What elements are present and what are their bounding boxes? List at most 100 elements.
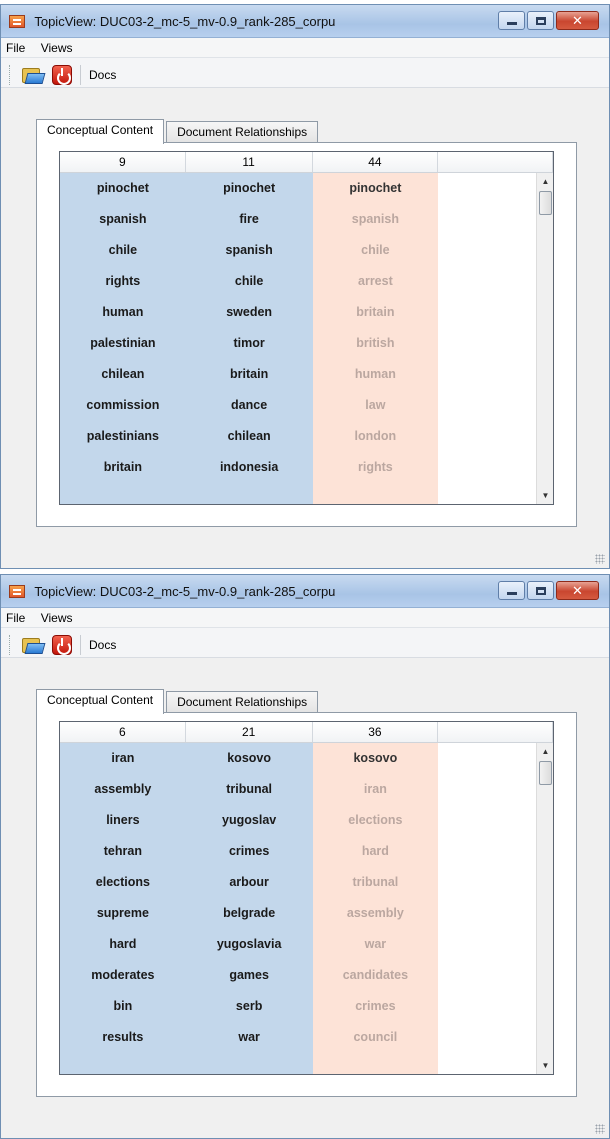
term-cell[interactable]: serb — [186, 991, 313, 1022]
term-cell[interactable]: arbour — [186, 867, 313, 898]
term-cell[interactable]: palestinian — [60, 328, 186, 359]
term-cell[interactable]: arrest — [313, 266, 439, 297]
term-cell[interactable]: spanish — [186, 235, 313, 266]
term-cell[interactable]: iran — [60, 743, 186, 774]
docs-button[interactable]: Docs — [89, 68, 116, 82]
term-cell[interactable]: belgrade — [186, 898, 313, 929]
tab-conceptual-content[interactable]: Conceptual Content — [36, 689, 165, 714]
folder-open-icon[interactable] — [22, 66, 46, 84]
term-cell[interactable]: bin — [60, 991, 186, 1022]
term-cell[interactable]: moderates — [60, 960, 186, 991]
term-cell[interactable]: chile — [313, 235, 439, 266]
column-header[interactable]: 11 — [186, 152, 313, 172]
term-cell[interactable]: yugoslav — [186, 805, 313, 836]
term-cell[interactable]: kosovo — [186, 743, 313, 774]
menu-views[interactable]: Views — [41, 611, 73, 625]
term-cell[interactable]: elections — [60, 867, 186, 898]
term-cell[interactable]: rights — [60, 266, 186, 297]
term-cell[interactable]: candidates — [313, 960, 439, 991]
term-cell[interactable]: commission — [60, 390, 186, 421]
term-cell[interactable]: pinochet — [313, 173, 439, 204]
title-bar[interactable]: TopicView: DUC03-2_mc-5_mv-0.9_rank-285_… — [1, 5, 609, 38]
term-cell[interactable]: hard — [60, 929, 186, 960]
column-header[interactable]: 44 — [313, 152, 439, 172]
term-cell[interactable]: palestinians — [60, 421, 186, 452]
term-cell[interactable]: law — [313, 390, 439, 421]
power-icon[interactable] — [52, 634, 72, 655]
term-cell[interactable]: iran — [313, 774, 439, 805]
term-cell[interactable]: fire — [186, 204, 313, 235]
maximize-button[interactable] — [527, 11, 554, 30]
scroll-down-arrow-icon[interactable]: ▼ — [537, 1057, 553, 1074]
column-header[interactable]: 21 — [186, 722, 313, 742]
term-cell[interactable]: london — [313, 421, 439, 452]
resize-grip[interactable] — [595, 1124, 605, 1134]
minimize-button[interactable] — [498, 581, 525, 600]
close-button[interactable]: ✕ — [556, 11, 599, 30]
term-cell[interactable]: elections — [313, 805, 439, 836]
term-cell[interactable]: liners — [60, 805, 186, 836]
term-cell[interactable]: human — [60, 297, 186, 328]
term-cell[interactable]: tribunal — [186, 774, 313, 805]
term-cell[interactable]: yugoslavia — [186, 929, 313, 960]
term-cell[interactable]: kosovo — [313, 743, 439, 774]
power-icon[interactable] — [52, 64, 72, 85]
menu-file[interactable]: File — [6, 611, 25, 625]
scrollbar-thumb[interactable] — [539, 191, 552, 215]
folder-open-icon[interactable] — [22, 636, 46, 654]
term-cell[interactable]: crimes — [186, 836, 313, 867]
term-cell[interactable]: britain — [186, 359, 313, 390]
scroll-up-arrow-icon[interactable]: ▲ — [537, 173, 553, 190]
term-cell[interactable]: games — [186, 960, 313, 991]
term-cell[interactable]: spanish — [60, 204, 186, 235]
term-cell[interactable]: results — [60, 1022, 186, 1053]
close-button[interactable]: ✕ — [556, 581, 599, 600]
term-cell[interactable]: assembly — [60, 774, 186, 805]
term-cell[interactable]: crimes — [313, 991, 439, 1022]
tab-document-relationships[interactable]: Document Relationships — [166, 121, 319, 143]
menu-views[interactable]: Views — [41, 41, 73, 55]
column-header[interactable]: 9 — [60, 152, 186, 172]
term-cell[interactable]: tribunal — [313, 867, 439, 898]
scroll-down-arrow-icon[interactable]: ▼ — [537, 487, 553, 504]
toolbar-grip[interactable] — [9, 634, 12, 655]
minimize-button[interactable] — [498, 11, 525, 30]
column-header[interactable]: 6 — [60, 722, 186, 742]
term-cell[interactable]: sweden — [186, 297, 313, 328]
term-cell[interactable]: british — [313, 328, 439, 359]
resize-grip[interactable] — [595, 554, 605, 564]
term-cell[interactable]: pinochet — [186, 173, 313, 204]
term-cell[interactable]: human — [313, 359, 439, 390]
term-cell[interactable]: timor — [186, 328, 313, 359]
title-bar[interactable]: TopicView: DUC03-2_mc-5_mv-0.9_rank-285_… — [1, 575, 609, 608]
term-cell[interactable]: rights — [313, 452, 439, 483]
docs-button[interactable]: Docs — [89, 638, 116, 652]
term-cell[interactable]: assembly — [313, 898, 439, 929]
column-header[interactable]: 36 — [313, 722, 439, 742]
scroll-up-arrow-icon[interactable]: ▲ — [537, 743, 553, 760]
term-cell[interactable]: war — [186, 1022, 313, 1053]
term-cell[interactable]: pinochet — [60, 173, 186, 204]
menu-file[interactable]: File — [6, 41, 25, 55]
term-cell[interactable]: chilean — [60, 359, 186, 390]
term-cell[interactable]: chile — [60, 235, 186, 266]
maximize-button[interactable] — [527, 581, 554, 600]
term-cell[interactable]: chilean — [186, 421, 313, 452]
term-cell[interactable]: supreme — [60, 898, 186, 929]
term-cell[interactable]: spanish — [313, 204, 439, 235]
term-cell[interactable]: indonesia — [186, 452, 313, 483]
term-cell[interactable]: war — [313, 929, 439, 960]
scrollbar-thumb[interactable] — [539, 761, 552, 785]
term-cell[interactable]: hard — [313, 836, 439, 867]
vertical-scrollbar[interactable]: ▲ ▼ — [536, 743, 553, 1074]
tab-document-relationships[interactable]: Document Relationships — [166, 691, 319, 713]
tab-conceptual-content[interactable]: Conceptual Content — [36, 119, 165, 144]
term-cell[interactable]: council — [313, 1022, 439, 1053]
term-cell[interactable]: britain — [313, 297, 439, 328]
vertical-scrollbar[interactable]: ▲ ▼ — [536, 173, 553, 504]
toolbar-grip[interactable] — [9, 64, 12, 85]
term-cell[interactable]: britain — [60, 452, 186, 483]
term-cell[interactable]: tehran — [60, 836, 186, 867]
term-cell[interactable]: chile — [186, 266, 313, 297]
term-cell[interactable]: dance — [186, 390, 313, 421]
